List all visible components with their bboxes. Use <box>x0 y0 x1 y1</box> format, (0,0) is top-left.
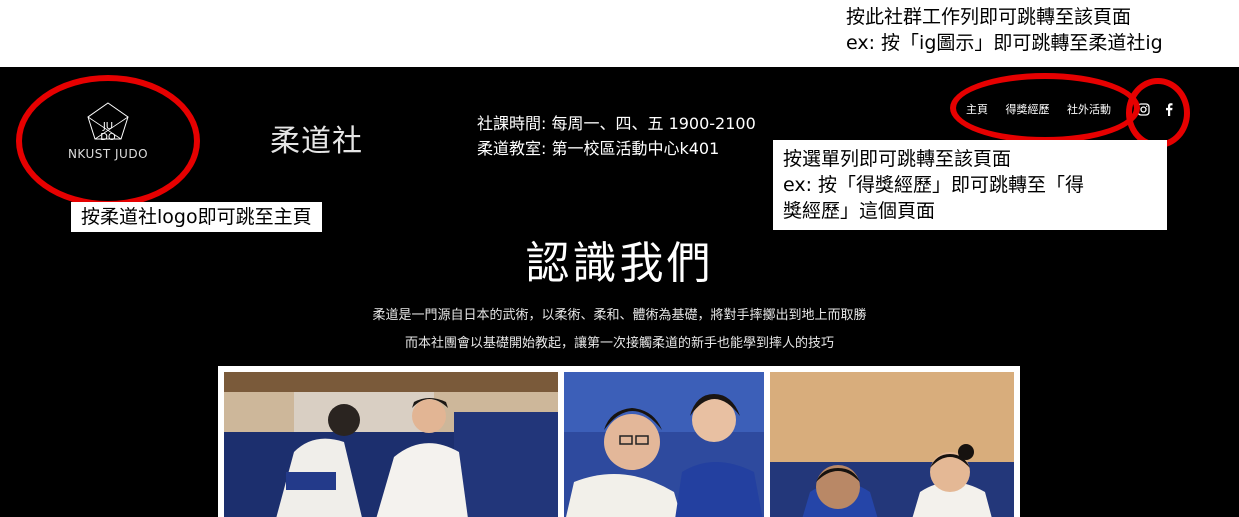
instagram-icon[interactable] <box>1136 102 1150 116</box>
gallery-photo-3[interactable] <box>770 372 1014 517</box>
facebook-icon[interactable] <box>1162 102 1176 116</box>
website-header: JU DO NKUST JUDO 柔道社 社課時間: 每周一、四、五 1900-… <box>0 67 1239 517</box>
gallery-photo-2[interactable] <box>564 372 764 517</box>
annotation-line: 按此社群工作列即可跳轉至該頁面 <box>846 6 1132 28</box>
class-info: 社課時間: 每周一、四、五 1900-2100 柔道教室: 第一校區活動中心k4… <box>477 111 756 161</box>
gallery-photo-1[interactable] <box>224 372 558 517</box>
callout-text: 按選單列即可跳轉至該頁面 <box>783 148 1012 170</box>
logo-ju: JU <box>102 121 114 132</box>
annotation-callout-menu: 按選單列即可跳轉至該頁面 ex: 按「得獎經歷」即可跳轉至「得 獎經歷」這個頁面 <box>773 140 1167 230</box>
class-time: 社課時間: 每周一、四、五 1900-2100 <box>477 114 756 133</box>
photo-gallery <box>218 366 1020 517</box>
section-heading: 認識我們 <box>525 238 714 289</box>
annotation-social-bar: 按此社群工作列即可跳轉至該頁面 ex: 按「ig圖示」即可跳轉至柔道社ig <box>846 4 1236 56</box>
logo-do: DO <box>100 132 116 143</box>
logo-text: NKUST JUDO <box>67 147 149 161</box>
nav-item-home[interactable]: 主頁 <box>966 103 988 116</box>
callout-text: 獎經歷」這個頁面 <box>783 200 936 222</box>
club-logo[interactable]: JU DO NKUST JUDO <box>60 101 156 171</box>
nav-item-awards[interactable]: 得獎經歷 <box>1006 103 1050 116</box>
desc-line: 而本社團會以基礎開始教起，讓第一次接觸柔道的新手也能學到摔人的技巧 <box>404 336 834 351</box>
site-title[interactable]: 柔道社 <box>270 116 363 160</box>
section-description: 柔道是一門源自日本的武術，以柔術、柔和、體術為基礎，將對手摔擲出到地上而取勝 而… <box>0 302 1239 358</box>
nav-menu: 主頁 得獎經歷 社外活動 <box>966 101 1125 117</box>
callout-text: ex: 按「得獎經歷」即可跳轉至「得 <box>783 174 1085 196</box>
desc-line: 柔道是一門源自日本的武術，以柔術、柔和、體術為基礎，將對手摔擲出到地上而取勝 <box>372 308 867 323</box>
social-bar <box>1136 102 1176 116</box>
nav-item-activities[interactable]: 社外活動 <box>1067 103 1111 116</box>
class-room: 柔道教室: 第一校區活動中心k401 <box>477 139 720 158</box>
annotation-line: ex: 按「ig圖示」即可跳轉至柔道社ig <box>846 32 1163 54</box>
